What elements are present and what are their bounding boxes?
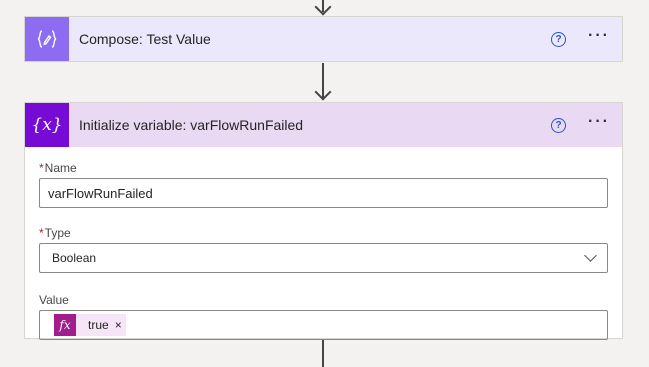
- type-selected-value: Boolean: [52, 251, 97, 265]
- required-marker: *: [39, 226, 44, 240]
- expression-token-text: true: [88, 318, 109, 332]
- type-label-text: Type: [44, 226, 71, 240]
- pencil-braces-icon: [25, 17, 69, 61]
- help-icon[interactable]: ?: [551, 117, 567, 133]
- variable-x-icon: {x}: [25, 103, 69, 147]
- initialize-variable-card[interactable]: {x} Initialize variable: varFlowRunFaile…: [24, 102, 623, 340]
- required-marker: *: [39, 161, 44, 175]
- type-dropdown[interactable]: Boolean: [39, 243, 608, 273]
- name-input-value: varFlowRunFailed: [48, 185, 153, 201]
- init-var-card-title: Initialize variable: varFlowRunFailed: [79, 117, 304, 133]
- compose-card-header[interactable]: Compose: Test Value ? ···: [25, 17, 622, 61]
- connector-bottom: [322, 340, 324, 367]
- chevron-down-icon[interactable]: [584, 249, 597, 262]
- init-var-card-body: *Name varFlowRunFailed *Type Boolean Val…: [25, 147, 622, 352]
- function-fx-icon: fx: [54, 314, 76, 336]
- connector-middle-arrow: [314, 83, 332, 101]
- connector-top-arrow: [314, 0, 332, 16]
- value-input[interactable]: fx true ×: [39, 310, 608, 340]
- compose-card-title: Compose: Test Value: [79, 31, 211, 47]
- name-label: *Name: [39, 161, 608, 175]
- svg-text:{x}: {x}: [32, 115, 62, 135]
- remove-token-icon[interactable]: ×: [115, 318, 122, 332]
- expression-token[interactable]: fx true ×: [54, 314, 126, 336]
- compose-action-card[interactable]: Compose: Test Value ? ···: [24, 16, 623, 62]
- more-options-icon[interactable]: ···: [588, 28, 610, 47]
- init-var-card-header[interactable]: {x} Initialize variable: varFlowRunFaile…: [25, 103, 622, 147]
- type-label: *Type: [39, 226, 608, 240]
- name-label-text: Name: [44, 161, 77, 175]
- value-label: Value: [39, 293, 69, 307]
- more-options-icon[interactable]: ···: [588, 114, 610, 133]
- help-icon[interactable]: ?: [551, 31, 567, 47]
- name-input[interactable]: varFlowRunFailed: [39, 178, 608, 208]
